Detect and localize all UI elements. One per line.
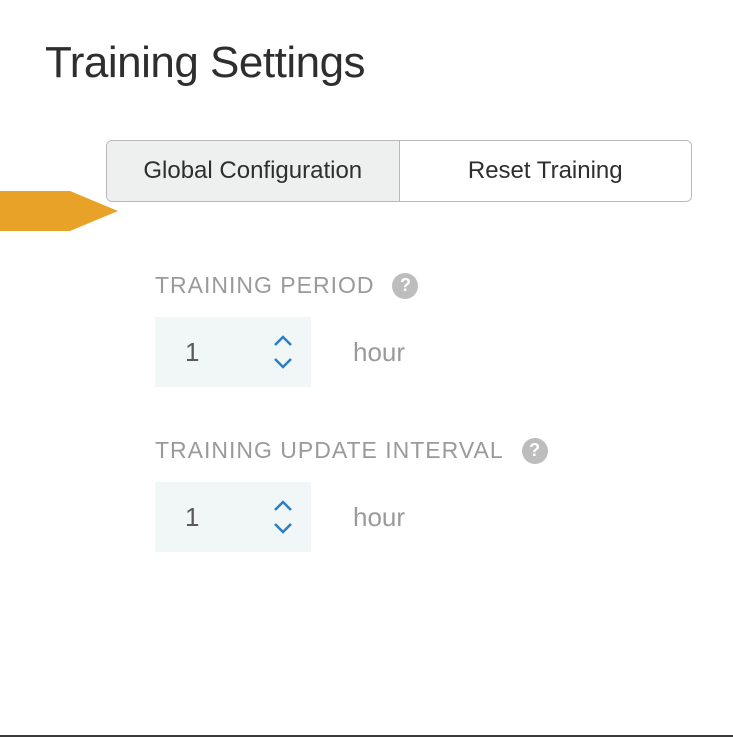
tab-bar: Global Configuration Reset Training bbox=[106, 140, 692, 202]
training-period-input[interactable]: 1 bbox=[155, 317, 311, 387]
training-update-interval-unit: hour bbox=[311, 482, 495, 552]
page-title: Training Settings bbox=[45, 38, 733, 88]
training-update-interval-input[interactable]: 1 bbox=[155, 482, 311, 552]
training-update-interval-value: 1 bbox=[155, 502, 199, 533]
tab-global-configuration[interactable]: Global Configuration bbox=[107, 141, 399, 201]
form-section: TRAINING PERIOD ? 1 hour TRAINING UPDATE… bbox=[155, 272, 733, 552]
help-icon[interactable]: ? bbox=[522, 438, 548, 464]
chevron-down-icon[interactable] bbox=[271, 519, 295, 537]
training-period-unit: hour bbox=[311, 317, 495, 387]
training-period-label: TRAINING PERIOD bbox=[155, 272, 374, 299]
chevron-down-icon[interactable] bbox=[271, 354, 295, 372]
tab-reset-training[interactable]: Reset Training bbox=[399, 141, 692, 201]
chevron-up-icon[interactable] bbox=[271, 332, 295, 350]
help-icon[interactable]: ? bbox=[392, 273, 418, 299]
field-training-period: TRAINING PERIOD ? 1 hour bbox=[155, 272, 733, 387]
training-update-interval-label: TRAINING UPDATE INTERVAL bbox=[155, 437, 504, 464]
field-training-update-interval: TRAINING UPDATE INTERVAL ? 1 hour bbox=[155, 437, 733, 552]
chevron-up-icon[interactable] bbox=[271, 497, 295, 515]
pointer-arrow-icon bbox=[0, 191, 120, 231]
training-period-value: 1 bbox=[155, 337, 199, 368]
